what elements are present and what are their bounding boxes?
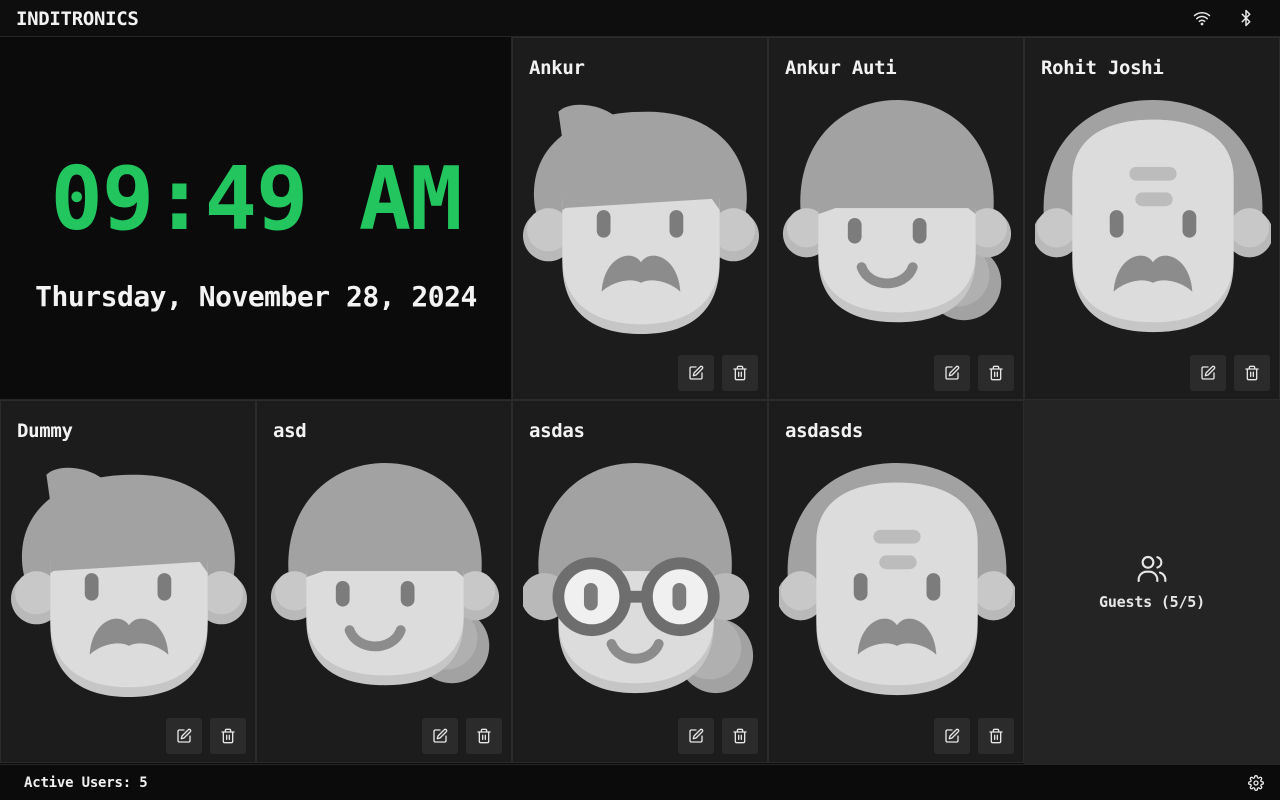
edit-icon (176, 728, 192, 744)
man-mustache-avatar (11, 463, 247, 699)
edit-user-button[interactable] (1190, 355, 1226, 391)
edit-user-button[interactable] (678, 355, 714, 391)
user-card[interactable]: asdas (512, 400, 768, 763)
edit-user-button[interactable] (934, 355, 970, 391)
trash-icon (732, 728, 748, 744)
top-bar: INDITRONICS (0, 0, 1280, 37)
gear-icon[interactable] (1248, 775, 1264, 791)
edit-icon (944, 365, 960, 381)
user-card[interactable]: Dummy (0, 400, 256, 763)
user-name: Ankur Auti (785, 57, 897, 79)
trash-icon (988, 728, 1004, 744)
edit-icon (944, 728, 960, 744)
user-name: asdas (529, 420, 585, 442)
edit-icon (432, 728, 448, 744)
trash-icon (476, 728, 492, 744)
user-card[interactable]: Rohit Joshi (1024, 37, 1280, 400)
edit-user-button[interactable] (422, 718, 458, 754)
elderly-man-avatar (1035, 100, 1271, 336)
user-name: Ankur (529, 57, 585, 79)
delete-user-button[interactable] (722, 718, 758, 754)
delete-user-button[interactable] (978, 355, 1014, 391)
user-card[interactable]: asdasds (768, 400, 1024, 763)
edit-user-button[interactable] (934, 718, 970, 754)
brand-logo-text: INDITRONICS (16, 8, 139, 30)
user-name: asdasds (785, 420, 863, 442)
delete-user-button[interactable] (722, 355, 758, 391)
user-name: Rohit Joshi (1041, 57, 1164, 79)
delete-user-button[interactable] (210, 718, 246, 754)
wifi-icon[interactable] (1193, 9, 1211, 27)
bluetooth-icon[interactable] (1237, 9, 1255, 27)
bottom-bar: Active Users: 5 (0, 764, 1280, 800)
trash-icon (220, 728, 236, 744)
elderly-man-avatar (779, 463, 1015, 699)
woman-bun-avatar (779, 100, 1015, 336)
dashboard-grid: 09:49 AM Thursday, November 28, 2024 Ank… (0, 37, 1280, 764)
guests-card[interactable]: Guests (5/5) (1024, 400, 1280, 764)
users-icon (1136, 553, 1168, 585)
active-users-count: Active Users: 5 (24, 775, 148, 791)
trash-icon (1244, 365, 1260, 381)
man-mustache-avatar (523, 100, 759, 336)
clock-panel: 09:49 AM Thursday, November 28, 2024 (0, 37, 512, 400)
clock-time: 09:49 AM (50, 148, 462, 250)
user-card[interactable]: Ankur Auti (768, 37, 1024, 400)
woman-glasses-avatar (523, 463, 759, 699)
trash-icon (988, 365, 1004, 381)
edit-user-button[interactable] (678, 718, 714, 754)
user-name: asd (273, 420, 307, 442)
woman-bun-avatar (267, 463, 503, 699)
user-name: Dummy (17, 420, 73, 442)
delete-user-button[interactable] (466, 718, 502, 754)
trash-icon (732, 365, 748, 381)
clock-date: Thursday, November 28, 2024 (35, 280, 477, 313)
delete-user-button[interactable] (978, 718, 1014, 754)
user-card[interactable]: asd (256, 400, 512, 763)
edit-icon (1200, 365, 1216, 381)
delete-user-button[interactable] (1234, 355, 1270, 391)
edit-user-button[interactable] (166, 718, 202, 754)
edit-icon (688, 365, 704, 381)
edit-icon (688, 728, 704, 744)
user-card[interactable]: Ankur (512, 37, 768, 400)
guests-label: Guests (5/5) (1099, 593, 1205, 611)
